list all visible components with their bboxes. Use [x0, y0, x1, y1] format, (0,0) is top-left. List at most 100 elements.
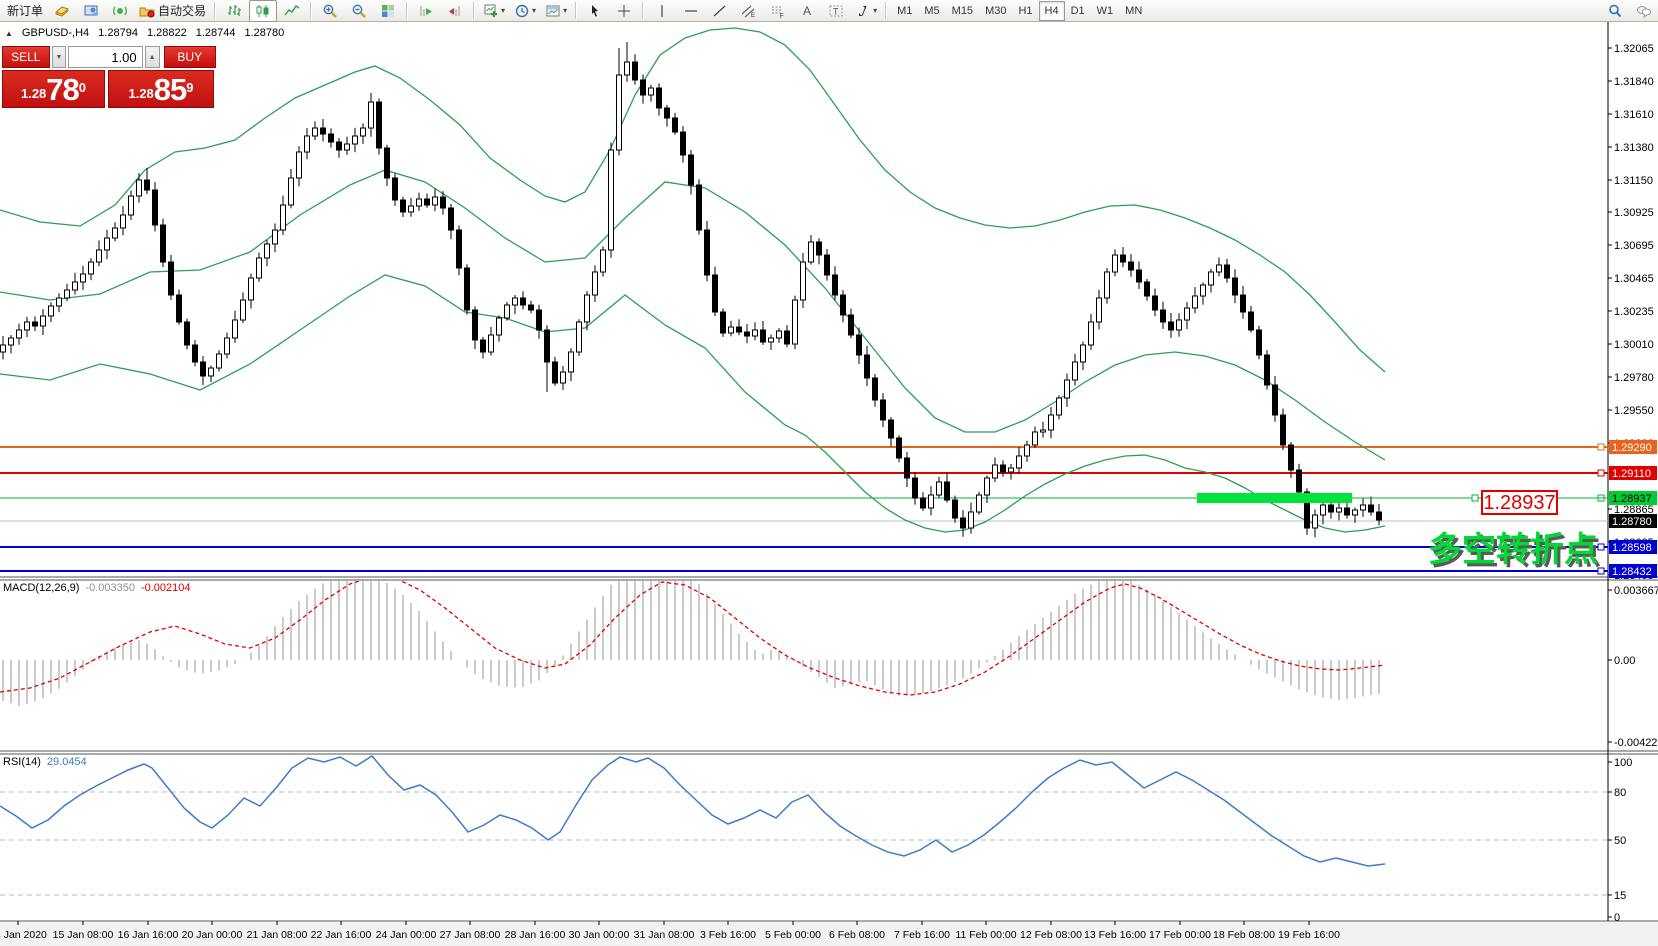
- level-line-handle[interactable]: [1598, 470, 1604, 476]
- candle-body: [41, 316, 46, 326]
- dropdown-arrow-icon[interactable]: ▾: [873, 6, 877, 15]
- dropdown-arrow-icon[interactable]: ▾: [532, 6, 536, 15]
- volume-down-stepper[interactable]: ▼: [52, 46, 67, 68]
- rsi-name: RSI(14): [3, 756, 41, 768]
- candle-body: [297, 152, 302, 178]
- time-tick-label[interactable]: 31 Jan 08:00: [634, 929, 695, 941]
- vertical-line-icon[interactable]: [648, 0, 676, 22]
- candle-body: [961, 518, 966, 528]
- support-highlight-segment[interactable]: [1197, 493, 1352, 503]
- timeframe-h1[interactable]: H1: [1012, 1, 1038, 21]
- time-tick-label[interactable]: 17 Feb 00:00: [1149, 929, 1211, 941]
- time-tick-label[interactable]: 3 Feb 16:00: [700, 929, 756, 941]
- time-tick-label[interactable]: 11 Feb 00:00: [955, 929, 1016, 941]
- bar-chart-icon[interactable]: [220, 0, 248, 22]
- community-icon[interactable]: [1630, 0, 1658, 22]
- line-chart-icon[interactable]: [278, 0, 306, 22]
- horizontal-line-icon[interactable]: [677, 0, 705, 22]
- crosshair-icon[interactable]: [610, 0, 638, 22]
- time-tick-label[interactable]: 18 Feb 08:00: [1213, 929, 1275, 941]
- zoom-out-icon[interactable]: [345, 0, 373, 22]
- candle-body: [345, 144, 350, 150]
- market-watch-icon: [83, 3, 99, 19]
- trendline-icon[interactable]: [706, 0, 734, 22]
- chart-profiles-icon: [54, 3, 70, 19]
- level-line-handle[interactable]: [1598, 444, 1604, 450]
- time-tick-label[interactable]: 24 Jan 00:00: [376, 929, 437, 941]
- fibonacci-icon[interactable]: F: [764, 0, 792, 22]
- text-label-icon[interactable]: T: [822, 0, 850, 22]
- time-tick-label[interactable]: 6 Feb 08:00: [829, 929, 885, 941]
- chart-shift-icon[interactable]: [441, 0, 469, 22]
- chart-profiles-icon[interactable]: [48, 0, 76, 22]
- buy-button[interactable]: BUY: [164, 46, 216, 68]
- autotrading-button[interactable]: 自动交易: [135, 0, 210, 22]
- templates-icon[interactable]: ▾: [541, 0, 571, 22]
- candle-body: [1217, 265, 1222, 272]
- dropdown-arrow-icon[interactable]: ▾: [563, 6, 567, 15]
- tile-windows-icon[interactable]: [374, 0, 402, 22]
- cn-annotation-text[interactable]: 多空转折点: [1428, 531, 1598, 569]
- new-chart-icon: [483, 3, 499, 19]
- dropdown-arrow-icon[interactable]: ▾: [501, 6, 505, 15]
- timeframe-d1[interactable]: D1: [1065, 1, 1091, 21]
- new-chart-icon[interactable]: ▾: [479, 0, 509, 22]
- period-icon[interactable]: ▾: [510, 0, 540, 22]
- panel-collapse-icon[interactable]: ▲: [5, 29, 13, 38]
- time-tick-label[interactable]: 16 Jan 16:00: [118, 929, 179, 941]
- arrows-icon[interactable]: ▾: [851, 0, 881, 22]
- annotation-anchor-handle[interactable]: [1472, 495, 1478, 501]
- volume-up-stepper[interactable]: ▲: [145, 46, 160, 68]
- toolbar-separator: [473, 2, 475, 19]
- fibonacci-icon: F: [770, 3, 786, 19]
- time-tick-label[interactable]: 30 Jan 00:00: [569, 929, 630, 941]
- timeframe-m30[interactable]: M30: [979, 1, 1012, 21]
- timeframe-w1[interactable]: W1: [1091, 1, 1120, 21]
- market-watch-icon[interactable]: [77, 0, 105, 22]
- time-tick-label[interactable]: 15 Jan 08:00: [53, 929, 114, 941]
- candle-body: [177, 295, 182, 322]
- time-tick-label[interactable]: 14 Jan 2020: [0, 929, 47, 941]
- sell-button[interactable]: SELL: [2, 46, 50, 68]
- auto-scroll-icon[interactable]: [412, 0, 440, 22]
- zoom-out-icon: [351, 3, 367, 19]
- text-icon[interactable]: A: [793, 0, 821, 22]
- candle-body: [665, 108, 670, 118]
- candle-body: [497, 318, 502, 335]
- time-tick-label[interactable]: 20 Jan 00:00: [182, 929, 243, 941]
- candlestick-chart-icon[interactable]: [249, 0, 277, 22]
- candle-body: [329, 134, 334, 142]
- timeframe-mn[interactable]: MN: [1119, 1, 1148, 21]
- time-tick-label[interactable]: 28 Jan 16:00: [505, 929, 566, 941]
- search-icon[interactable]: [1601, 0, 1629, 22]
- timeframe-m15[interactable]: M15: [946, 1, 979, 21]
- time-tick-label[interactable]: 13 Feb 16:00: [1084, 929, 1146, 941]
- sell-quote-button[interactable]: 1.28780: [2, 70, 105, 108]
- signals-icon[interactable]: [106, 0, 134, 22]
- svg-text:A: A: [803, 4, 811, 18]
- time-tick-label[interactable]: 21 Jan 08:00: [247, 929, 308, 941]
- time-tick-label[interactable]: 7 Feb 16:00: [894, 929, 950, 941]
- time-tick-label[interactable]: 27 Jan 08:00: [440, 929, 501, 941]
- new-order-button[interactable]: 新订单: [3, 0, 47, 22]
- buy-price-base: 1.28: [128, 83, 153, 105]
- timeframe-m1[interactable]: M1: [891, 1, 918, 21]
- time-tick-label[interactable]: 22 Jan 16:00: [311, 929, 372, 941]
- timeframe-h4[interactable]: H4: [1039, 1, 1065, 21]
- zoom-in-icon[interactable]: [316, 0, 344, 22]
- candle-body: [273, 230, 278, 244]
- time-tick-label[interactable]: 19 Feb 16:00: [1278, 929, 1340, 941]
- price-tick-label: 1.32065: [1614, 43, 1654, 55]
- buy-quote-button[interactable]: 1.28859: [108, 70, 214, 108]
- chart-canvas[interactable]: 1.28937多空转折点多空转折点1.320651.318401.316101.…: [0, 0, 1658, 946]
- volume-input[interactable]: 1.00: [68, 46, 142, 68]
- timeframe-m5[interactable]: M5: [918, 1, 945, 21]
- time-tick-label[interactable]: 12 Feb 08:00: [1020, 929, 1082, 941]
- cursor-icon[interactable]: [581, 0, 609, 22]
- equidistant-channel-icon[interactable]: E: [735, 0, 763, 22]
- candle-body: [457, 230, 462, 268]
- time-tick-label[interactable]: 5 Feb 00:00: [765, 929, 821, 941]
- candle-body: [1257, 330, 1262, 355]
- candle-body: [545, 330, 550, 362]
- candle-body: [609, 150, 614, 250]
